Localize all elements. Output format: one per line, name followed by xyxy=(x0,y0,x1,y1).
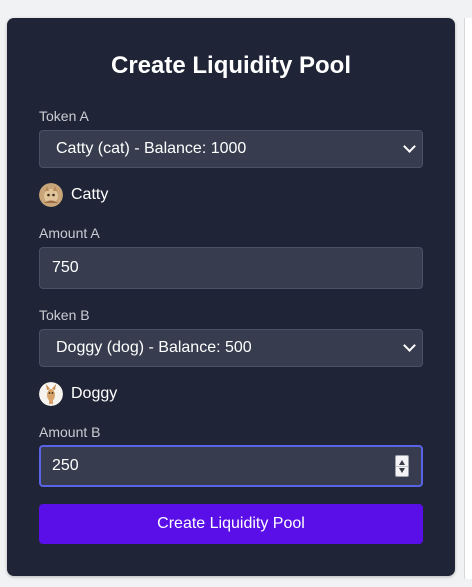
stepper-down-icon[interactable] xyxy=(399,468,405,473)
token-b-label: Token B xyxy=(39,307,90,323)
stepper-divider xyxy=(396,466,408,467)
token-b-preview: Doggy xyxy=(39,382,117,406)
amount-a-value: 750 xyxy=(52,259,79,276)
amount-a-input[interactable]: 750 xyxy=(39,247,423,289)
number-stepper[interactable] xyxy=(395,455,409,477)
cat-avatar-icon xyxy=(39,183,63,207)
chevron-down-icon xyxy=(403,140,416,153)
adjacent-panel-edge xyxy=(464,18,472,579)
token-a-preview: Catty xyxy=(39,183,108,207)
token-a-select[interactable]: Catty (cat) - Balance: 1000 xyxy=(39,130,423,168)
token-a-name: Catty xyxy=(71,186,109,203)
chevron-down-icon xyxy=(403,339,416,352)
create-pool-button[interactable]: Create Liquidity Pool xyxy=(39,504,423,544)
amount-a-label: Amount A xyxy=(39,225,100,241)
amount-b-label: Amount B xyxy=(39,424,101,440)
amount-b-value: 250 xyxy=(52,457,79,474)
stepper-up-icon[interactable] xyxy=(399,460,405,465)
token-b-name: Doggy xyxy=(71,385,118,402)
liquidity-pool-card xyxy=(7,18,455,576)
dog-avatar-icon xyxy=(39,382,63,406)
token-b-selected-value: Doggy (dog) - Balance: 500 xyxy=(56,339,252,356)
token-a-label: Token A xyxy=(39,108,89,124)
token-a-selected-value: Catty (cat) - Balance: 1000 xyxy=(56,140,247,157)
amount-b-input[interactable]: 250 xyxy=(39,445,423,487)
token-b-select[interactable]: Doggy (dog) - Balance: 500 xyxy=(39,329,423,367)
page-title: Create Liquidity Pool xyxy=(110,52,352,79)
